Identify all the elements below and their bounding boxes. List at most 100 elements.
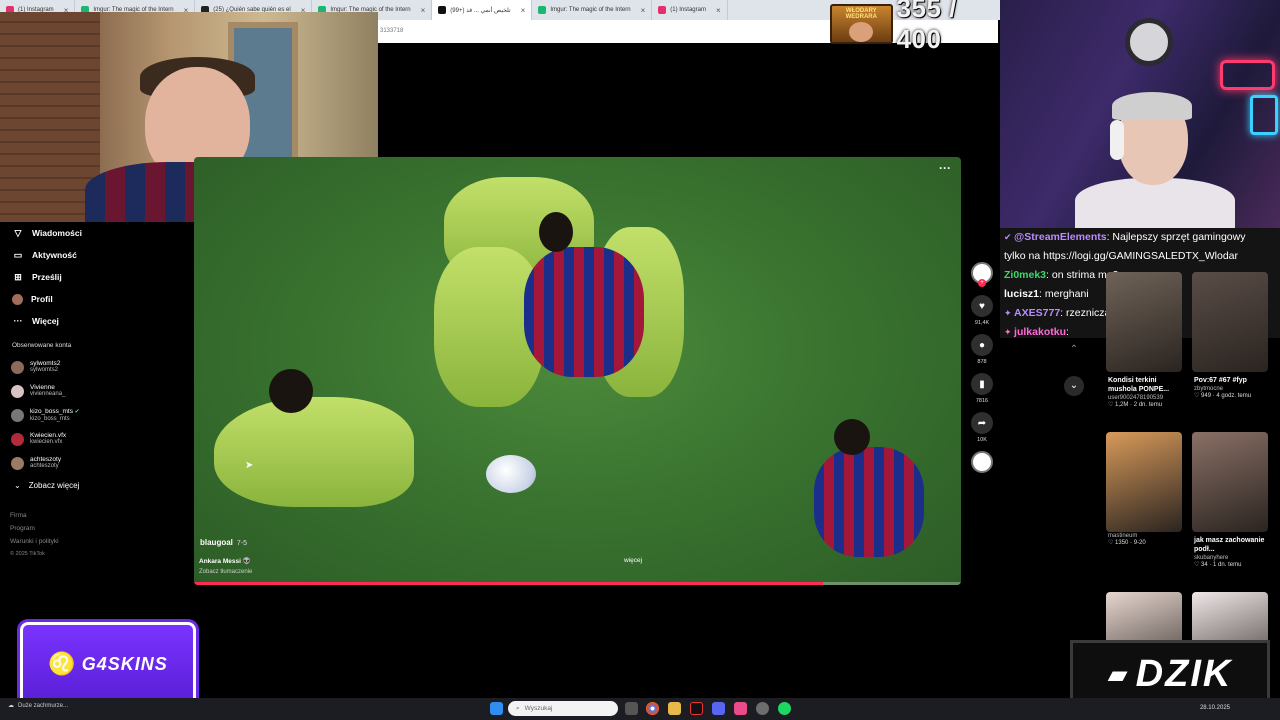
followed-account[interactable]: Vivienne vivienneana_ bbox=[0, 379, 194, 403]
video-author[interactable]: blaugoal bbox=[200, 538, 233, 547]
chat-username[interactable]: lucisz1 bbox=[1004, 288, 1039, 300]
chat-message: ✔ @StreamElements: Najlepszy sprzęt gami… bbox=[1004, 231, 1246, 243]
avatar bbox=[11, 384, 24, 398]
chevron-down-icon: ⌄ bbox=[14, 480, 21, 490]
account-name: Vivienne bbox=[30, 384, 55, 391]
video-thumbnail[interactable] bbox=[1192, 432, 1268, 532]
more-text-link[interactable]: więcej bbox=[624, 557, 642, 564]
taskbar-search[interactable]: ⌕ Wyszukaj bbox=[508, 701, 618, 716]
footer-link-terms[interactable]: Warunki i polityki bbox=[10, 535, 194, 548]
sidebar-item-label: Prześlij bbox=[32, 272, 62, 282]
app-icon[interactable] bbox=[690, 702, 703, 715]
tiktok-sidebar: ▽ Wiadomości ▭ Aktywność ⊞ Prześlij Profil ··· W… bbox=[0, 222, 194, 562]
recommended-video-card[interactable]: Pov:67 #67 #fyp zbytmocne ♡ 949 · 4 godz. … bbox=[1192, 272, 1272, 399]
windows-start-icon[interactable] bbox=[490, 702, 503, 715]
video-progress-bar[interactable] bbox=[194, 582, 961, 585]
account-name: Kwiecien.vfx bbox=[30, 432, 67, 439]
browser-tab[interactable]: (99+) تلخيص أنمي ... قد × bbox=[432, 0, 533, 20]
recommended-video-card[interactable]: Kondisi terkini mushola PONPE... user9002… bbox=[1106, 272, 1186, 408]
bookmark-icon[interactable]: ▮ bbox=[971, 373, 993, 395]
sidebar-item-label: Profil bbox=[31, 294, 53, 304]
sound-avatar[interactable] bbox=[971, 451, 993, 473]
video-thumbnail[interactable] bbox=[1106, 272, 1182, 372]
close-tab-icon[interactable]: × bbox=[641, 6, 646, 15]
app-icon[interactable] bbox=[756, 702, 769, 715]
profile-avatar bbox=[12, 293, 23, 305]
video-figure bbox=[539, 212, 573, 252]
sidebar-item-wicej[interactable]: ··· Więcej bbox=[0, 310, 194, 332]
avatar bbox=[11, 408, 24, 422]
avatar bbox=[11, 360, 24, 374]
send-icon: ▽ bbox=[14, 227, 22, 238]
spotify-icon[interactable] bbox=[778, 702, 791, 715]
see-more-button[interactable]: ⌄ Zobacz więcej bbox=[0, 477, 194, 493]
chat-username[interactable]: Zi0mek3 bbox=[1004, 269, 1046, 281]
comment-icon[interactable]: ● bbox=[971, 334, 993, 356]
avatar bbox=[11, 432, 24, 446]
stream-counter: WŁODARY WEDRARA 355 / 400 bbox=[830, 0, 1000, 54]
search-icon: ⌕ bbox=[516, 704, 520, 712]
browser-tab[interactable]: (1) Instagram × bbox=[652, 0, 728, 20]
action-count: 7816 bbox=[975, 398, 989, 404]
recommended-video-card[interactable]: mastineum ♡ 1350 · 9-20 bbox=[1106, 432, 1186, 546]
account-handle: vivienneana_ bbox=[30, 391, 66, 397]
chevron-up-icon[interactable]: ⌃ bbox=[1064, 344, 1084, 364]
video-player[interactable]: ··· ➤ blaugoal 7-5 Ankara Messi 👽 Zobacz … bbox=[194, 157, 961, 585]
browser-tab[interactable]: Imgur: The magic of the Intern × bbox=[532, 0, 653, 20]
video-actions: + ♥ 91,4K ● 878 ▮ 7816 ➦ 10K bbox=[966, 262, 998, 473]
counter-badge-logo: WŁODARY WEDRARA bbox=[830, 4, 893, 44]
close-tab-icon[interactable]: × bbox=[421, 6, 426, 15]
follow-plus-icon[interactable]: + bbox=[978, 279, 986, 287]
chat-username[interactable]: @StreamElements bbox=[1014, 231, 1107, 243]
weather-widget[interactable]: ☁ Duże zachmurze... bbox=[8, 702, 68, 710]
share-icon[interactable]: ➦ bbox=[971, 412, 993, 434]
video-thumbnail[interactable] bbox=[1192, 272, 1268, 372]
action-count: 878 bbox=[977, 359, 987, 365]
video-stats: ♡ 34 · 1 dn. temu bbox=[1194, 562, 1242, 568]
followed-account[interactable]: kizo_boss_mts ✔ kizo_boss_mts bbox=[0, 403, 194, 427]
footer-link-program[interactable]: Program bbox=[10, 522, 194, 535]
recommended-video-card[interactable]: jak masz zachowanie podł... skubanyhere ♡ … bbox=[1192, 432, 1272, 568]
video-figure bbox=[834, 419, 870, 455]
followed-account[interactable]: achteszoty achteszoty bbox=[0, 451, 194, 475]
chat-username[interactable]: AXES777 bbox=[1014, 307, 1060, 319]
footer-link-company[interactable]: Firma bbox=[10, 509, 194, 522]
followed-account[interactable]: Kwiecien.vfx kwiecien.vfx bbox=[0, 427, 194, 451]
cloud-icon: ☁ bbox=[8, 703, 14, 709]
video-figure bbox=[814, 447, 924, 557]
chat-username[interactable]: julkakotku bbox=[1014, 326, 1066, 338]
chevron-down-icon[interactable]: ⌄ bbox=[1064, 376, 1084, 396]
sidebar-item-aktywno[interactable]: ▭ Aktywność bbox=[0, 244, 194, 266]
see-translation-link[interactable]: Zobacz tłumaczenie bbox=[199, 569, 252, 575]
chrome-icon[interactable] bbox=[646, 702, 659, 715]
account-name: achteszoty bbox=[30, 456, 62, 463]
sidebar-item-wiadomoci[interactable]: ▽ Wiadomości bbox=[0, 222, 194, 244]
close-tab-icon[interactable]: × bbox=[521, 6, 526, 15]
verified-icon: ✔ bbox=[73, 408, 80, 415]
account-handle: achteszoty bbox=[30, 463, 59, 469]
chat-message: tylko na https://logi.gg/GAMINGSALEDTX_W… bbox=[1000, 247, 1280, 266]
chat-text: tylko na https://logi.gg/GAMINGSALEDTX_W… bbox=[1004, 250, 1239, 262]
mouse-cursor-icon: ➤ bbox=[245, 460, 254, 471]
chat-badge-icon: ✦ bbox=[1004, 308, 1015, 318]
video-figure bbox=[269, 369, 313, 413]
chat-badge-icon: ✦ bbox=[1004, 327, 1015, 337]
followed-account[interactable]: sylwomts2 sylwomts2 bbox=[0, 355, 194, 379]
account-handle: kwiecien.vfx bbox=[30, 439, 63, 445]
task-view-icon[interactable] bbox=[625, 702, 638, 715]
video-figure bbox=[214, 397, 414, 507]
close-tab-icon[interactable]: × bbox=[716, 6, 721, 15]
taskbar-date: 28.10.2025 bbox=[1199, 705, 1230, 711]
sidebar-item-przelij[interactable]: ⊞ Prześlij bbox=[0, 266, 194, 288]
discord-icon[interactable] bbox=[712, 702, 725, 715]
video-date: 7-5 bbox=[236, 540, 248, 547]
folder-icon[interactable] bbox=[668, 702, 681, 715]
more-options-icon[interactable]: ··· bbox=[939, 161, 951, 175]
video-stats: ♡ 1350 · 9-20 bbox=[1108, 540, 1146, 546]
app-icon[interactable] bbox=[734, 702, 747, 715]
video-title: jak masz zachowanie podł... bbox=[1194, 537, 1265, 553]
video-thumbnail[interactable] bbox=[1106, 432, 1182, 532]
account-handle: sylwomts2 bbox=[30, 367, 59, 373]
sidebar-item-profil[interactable]: Profil bbox=[0, 288, 194, 310]
heart-icon[interactable]: ♥ bbox=[971, 295, 993, 317]
